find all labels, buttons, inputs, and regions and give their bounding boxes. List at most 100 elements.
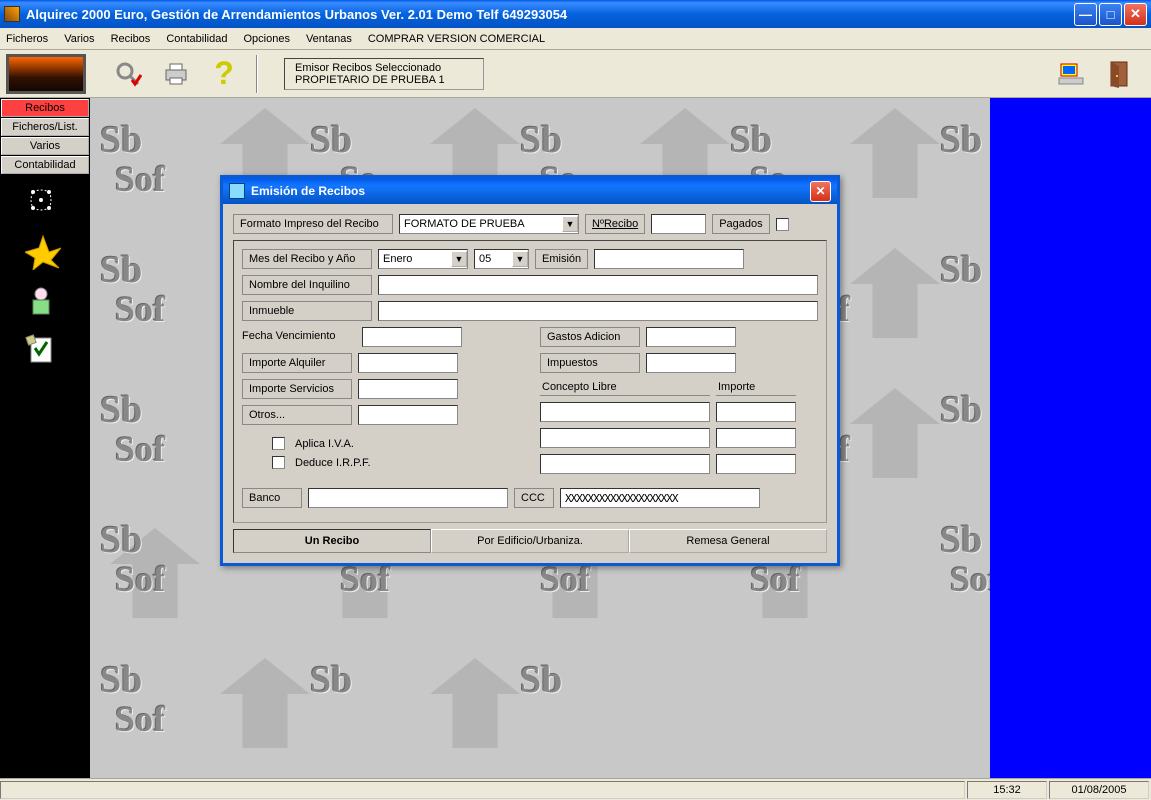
door-icon (1105, 60, 1133, 88)
mes-value: Enero (379, 253, 451, 265)
sidebar: Recibos Ficheros/List. Varios Contabilid… (0, 98, 90, 778)
iva-label: Aplica I.V.A. (295, 438, 354, 450)
importe-servicios-input[interactable] (358, 379, 458, 399)
chevron-down-icon[interactable]: ▼ (512, 251, 528, 267)
nombre-label: Nombre del Inquilino (242, 275, 372, 295)
importe-1-input[interactable] (716, 402, 796, 422)
dialog-close-button[interactable]: ✕ (810, 181, 831, 202)
nrecibo-input[interactable] (651, 214, 706, 234)
toolbar-computer-button[interactable] (1049, 54, 1093, 94)
maximize-button[interactable]: □ (1099, 3, 1122, 26)
inmueble-label: Inmueble (242, 301, 372, 321)
menu-ventanas[interactable]: Ventanas (306, 33, 352, 45)
sidebar-btn-varios[interactable]: Varios (1, 137, 89, 155)
importe-servicios-label: Importe Servicios (242, 379, 352, 399)
status-date: 01/08/2005 (1049, 781, 1149, 799)
tab-por-edificio[interactable]: Por Edificio/Urbaniza. (431, 529, 629, 553)
inmueble-input[interactable] (378, 301, 818, 321)
importe-3-input[interactable] (716, 454, 796, 474)
clipboard-check-icon (25, 334, 57, 366)
irpf-label: Deduce I.R.P.F. (295, 457, 371, 469)
magnifier-check-icon (114, 60, 142, 88)
fecha-venc-label: Fecha Vencimiento (236, 327, 356, 347)
concepto-1-input[interactable] (540, 402, 710, 422)
importe-2-input[interactable] (716, 428, 796, 448)
emision-label: Emisión (535, 249, 588, 269)
irpf-checkbox[interactable] (272, 456, 285, 469)
concepto-2-input[interactable] (540, 428, 710, 448)
chevron-down-icon[interactable]: ▼ (451, 251, 467, 267)
ano-value: 05 (475, 253, 512, 265)
nombre-input[interactable] (378, 275, 818, 295)
menu-bar: Ficheros Varios Recibos Contabilidad Opc… (0, 28, 1151, 50)
dialog-title: Emisión de Recibos (251, 184, 810, 198)
window-titlebar: Alquirec 2000 Euro, Gestión de Arrendami… (0, 0, 1151, 28)
toolbar: ? Emisor Recibos Seleccionado PROPIETARI… (0, 50, 1151, 98)
minimize-button[interactable]: — (1074, 3, 1097, 26)
sidebar-icon-4[interactable] (25, 334, 65, 374)
ccc-label: CCC (514, 488, 554, 508)
sidebar-btn-contabilidad[interactable]: Contabilidad (1, 156, 89, 174)
toolbar-help-button[interactable]: ? (202, 54, 246, 94)
importe-alquiler-label: Importe Alquiler (242, 353, 352, 373)
fecha-venc-input[interactable] (362, 327, 462, 347)
emisor-status-box: Emisor Recibos Seleccionado PROPIETARIO … (284, 58, 484, 90)
emision-input[interactable] (594, 249, 744, 269)
menu-ficheros[interactable]: Ficheros (6, 33, 48, 45)
formato-label: Formato Impreso del Recibo (233, 214, 393, 234)
tab-un-recibo[interactable]: Un Recibo (233, 529, 431, 553)
star-icon (25, 234, 61, 270)
emisor-label: Emisor Recibos Seleccionado (295, 62, 473, 74)
mes-combo[interactable]: Enero ▼ (378, 249, 468, 269)
person-icon (25, 284, 57, 316)
banco-label: Banco (242, 488, 302, 508)
dots-icon (25, 184, 57, 216)
gastos-label: Gastos Adicion (540, 327, 640, 347)
impuestos-input[interactable] (646, 353, 736, 373)
tab-remesa-general[interactable]: Remesa General (629, 529, 827, 553)
impuestos-label: Impuestos (540, 353, 640, 373)
concepto-libre-header: Concepto Libre (540, 379, 710, 396)
formato-combo[interactable]: FORMATO DE PRUEBA ▼ (399, 214, 579, 234)
sidebar-btn-recibos[interactable]: Recibos (1, 99, 89, 117)
toolbar-print-button[interactable] (154, 54, 198, 94)
menu-opciones[interactable]: Opciones (243, 33, 289, 45)
chevron-down-icon[interactable]: ▼ (562, 216, 578, 232)
menu-varios[interactable]: Varios (64, 33, 94, 45)
logo-image (6, 54, 86, 94)
emisor-value: PROPIETARIO DE PRUEBA 1 (295, 74, 473, 86)
toolbar-separator (256, 55, 258, 93)
dialog-icon (229, 183, 245, 199)
toolbar-search-button[interactable] (106, 54, 150, 94)
sidebar-icon-3[interactable] (25, 284, 65, 324)
banco-input[interactable] (308, 488, 508, 508)
importe-alquiler-input[interactable] (358, 353, 458, 373)
close-button[interactable]: ✕ (1124, 3, 1147, 26)
otros-input[interactable] (358, 405, 458, 425)
importe-header: Importe (716, 379, 796, 396)
menu-contabilidad[interactable]: Contabilidad (166, 33, 227, 45)
sidebar-btn-ficheros[interactable]: Ficheros/List. (1, 118, 89, 136)
iva-checkbox[interactable] (272, 437, 285, 450)
menu-comprar[interactable]: COMPRAR VERSION COMERCIAL (368, 33, 545, 45)
computer-icon (1057, 60, 1085, 88)
concepto-3-input[interactable] (540, 454, 710, 474)
dialog-titlebar[interactable]: Emisión de Recibos ✕ (223, 178, 837, 204)
status-time: 15:32 (967, 781, 1047, 799)
otros-label: Otros... (242, 405, 352, 425)
nrecibo-label: NºRecibo (585, 214, 645, 234)
sidebar-icon-2[interactable] (25, 234, 65, 274)
gastos-input[interactable] (646, 327, 736, 347)
status-main (0, 781, 965, 799)
pagados-label: Pagados (712, 214, 769, 234)
dialog-emision-recibos: Emisión de Recibos ✕ Formato Impreso del… (220, 175, 840, 566)
app-icon (4, 6, 20, 22)
sidebar-icon-1[interactable] (25, 184, 65, 224)
window-title: Alquirec 2000 Euro, Gestión de Arrendami… (26, 7, 1072, 22)
ccc-input[interactable] (560, 488, 760, 508)
pagados-checkbox[interactable] (776, 218, 789, 231)
ano-combo[interactable]: 05 ▼ (474, 249, 529, 269)
formato-value: FORMATO DE PRUEBA (400, 218, 562, 230)
menu-recibos[interactable]: Recibos (111, 33, 151, 45)
toolbar-exit-button[interactable] (1097, 54, 1141, 94)
